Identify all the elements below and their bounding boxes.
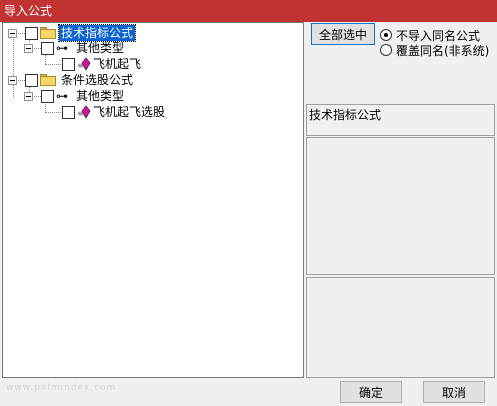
tree-item-label[interactable]: 条件选股公式 (59, 72, 135, 88)
watermark: www.palmindex.com (6, 383, 117, 393)
tree-item-tech-indicators[interactable]: 技术指标公式 (8, 24, 137, 42)
tree-connector (13, 37, 14, 98)
select-all-button[interactable]: 全部选中 (311, 23, 375, 45)
key-icon: ⊶ (56, 89, 68, 103)
window-title: 导入公式 (4, 4, 53, 18)
radio-label[interactable]: 覆盖同名(非系统) (396, 42, 489, 59)
tree-expander-icon[interactable] (8, 75, 17, 85)
formula-gem-icon: ≡ (77, 105, 91, 119)
checkbox-icon[interactable] (25, 73, 38, 87)
formula-tree[interactable]: 技术指标公式 ⊶ 其他类型 ≡ 飞机起飞 条件选股公式 ⊶ 其他类型 ≡ 飞机起… (2, 22, 304, 378)
formula-description-box (306, 137, 495, 275)
key-icon: ⊶ (56, 41, 68, 55)
tree-item-label[interactable]: 飞机起飞选股 (91, 104, 167, 120)
tree-expander-icon[interactable] (24, 43, 33, 53)
checkbox-icon[interactable] (25, 26, 38, 40)
tree-connector (45, 112, 63, 113)
tree-item-formula[interactable]: ≡ 飞机起飞选股 (62, 104, 167, 120)
tree-item-other-types[interactable]: ⊶ 其他类型 (24, 88, 126, 104)
formula-name-display: 技术指标公式 (306, 104, 495, 136)
tree-item-label[interactable]: 技术指标公式 (57, 24, 137, 42)
folder-icon (40, 74, 56, 86)
tree-expander-icon[interactable] (24, 91, 33, 101)
checkbox-icon[interactable] (62, 105, 75, 119)
tree-item-stock-screening[interactable]: 条件选股公式 (8, 72, 135, 88)
radio-button-icon[interactable] (380, 29, 392, 41)
folder-icon (40, 27, 56, 39)
tree-item-other-types[interactable]: ⊶ 其他类型 (24, 40, 126, 56)
ok-button[interactable]: 确定 (340, 381, 402, 403)
tree-item-label[interactable]: 飞机起飞 (91, 56, 143, 72)
tree-connector (45, 64, 63, 65)
tree-item-label[interactable]: 其他类型 (74, 88, 126, 104)
radio-overwrite-duplicates[interactable]: 覆盖同名(非系统) (380, 42, 489, 58)
cancel-button[interactable]: 取消 (423, 381, 485, 403)
checkbox-icon[interactable] (41, 41, 54, 55)
formula-gem-icon: ≡ (77, 57, 91, 71)
formula-parameters-box (306, 277, 495, 378)
checkbox-icon[interactable] (62, 57, 75, 71)
tree-item-label[interactable]: 其他类型 (74, 40, 126, 56)
tree-item-formula[interactable]: ≡ 飞机起飞 (62, 56, 143, 72)
checkbox-icon[interactable] (41, 89, 54, 103)
tree-expander-icon[interactable] (8, 28, 17, 38)
radio-button-icon[interactable] (380, 44, 392, 56)
title-bar: 导入公式 (0, 0, 497, 22)
